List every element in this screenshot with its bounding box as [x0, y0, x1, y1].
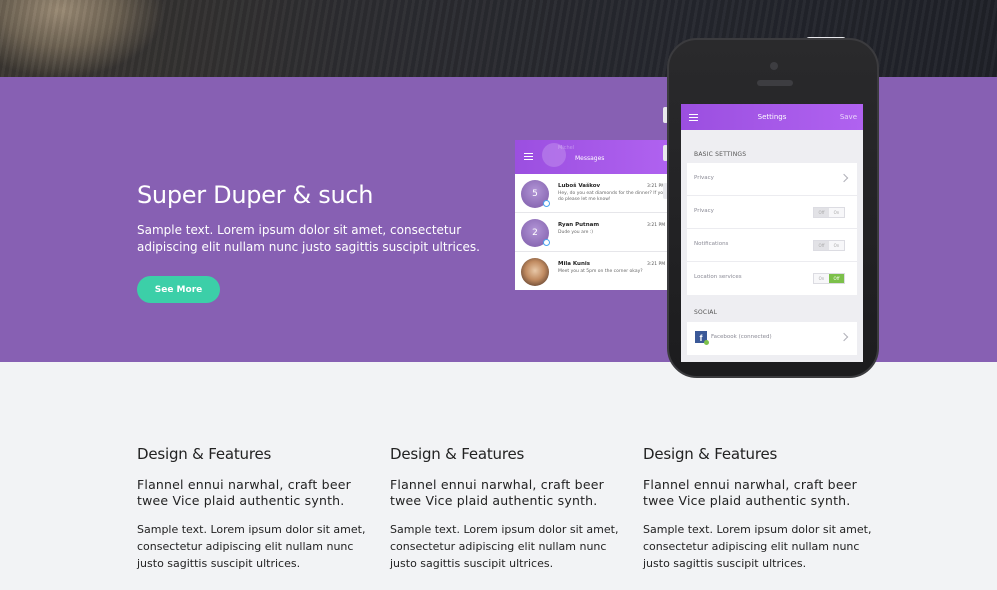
- chevron-right-icon: [839, 332, 849, 342]
- row-label: Privacy: [694, 208, 714, 214]
- hamburger-icon: [524, 153, 533, 160]
- facebook-letter: f: [699, 333, 703, 343]
- avatar: 5: [521, 180, 550, 208]
- feature-subtitle: Flannel ennui narwhal, craft beer twee V…: [390, 477, 604, 508]
- feature-text: Sample text. Lorem ipsum dolor sit amet,…: [390, 523, 619, 570]
- settings-screen: Settings Save BASIC SETTINGS Privacy Pri…: [681, 104, 863, 362]
- hero-text: Sample text. Lorem ipsum dolor sit amet,…: [137, 223, 480, 254]
- message-preview: Dude you are :): [558, 230, 594, 235]
- feature-text: Sample text. Lorem ipsum dolor sit amet,…: [137, 523, 366, 570]
- settings-row-location: Location services On Off: [687, 262, 857, 295]
- section-basic-settings: BASIC SETTINGS: [694, 151, 747, 158]
- list-item: Mila Kunis 3:21 PM Meet you at 5pm on th…: [515, 252, 670, 290]
- list-item: 5 Luboš Vaškov 3:21 PM Hey, do you eat d…: [515, 174, 670, 213]
- facebook-icon: f: [695, 331, 709, 345]
- basic-settings-group: Privacy Privacy Off On Notifications Off O…: [687, 163, 857, 295]
- settings-row-privacy: Privacy: [687, 163, 857, 196]
- section-social: SOCIAL: [694, 309, 718, 316]
- status-dot-icon: [543, 239, 550, 246]
- toggle-on-option: On: [833, 243, 840, 248]
- contact-name: Mila Kunis: [558, 261, 591, 267]
- feature-title: Design & Features: [643, 445, 778, 463]
- chevron-right-icon: [839, 173, 849, 183]
- row-label: Facebook (connected): [711, 334, 772, 340]
- settings-row-facebook: f Facebook (connected): [687, 322, 857, 355]
- unread-count: 5: [532, 189, 538, 199]
- toggle-on-option: On: [833, 210, 840, 215]
- message-time: 3:21 PM: [647, 262, 666, 267]
- ghost-name: Michel: [558, 145, 575, 151]
- toggle-off-option: Off: [829, 274, 844, 283]
- status-dot-icon: [543, 200, 550, 207]
- feature-title: Design & Features: [390, 445, 525, 463]
- row-label: Privacy: [694, 175, 714, 181]
- hero-title: Super Duper & such: [137, 181, 374, 209]
- contact-name: Luboš Vaškov: [558, 183, 601, 189]
- messages-phone-mockup: Michel Messages 5 Luboš Vaškov 3:21 PM H…: [515, 140, 670, 290]
- row-label: Location services: [694, 274, 742, 280]
- feature-text: Sample text. Lorem ipsum dolor sit amet,…: [643, 523, 872, 570]
- toggle-off-option: Off: [814, 241, 829, 250]
- feature-card: Design & Features Flannel ennui narwhal,…: [643, 445, 878, 572]
- see-more-button[interactable]: See More: [137, 276, 220, 303]
- feature-title: Design & Features: [137, 445, 272, 463]
- notifications-toggle: Off On: [813, 240, 845, 251]
- feature-subtitle: Flannel ennui narwhal, craft beer twee V…: [137, 477, 351, 508]
- feature-card: Design & Features Flannel ennui narwhal,…: [390, 445, 625, 572]
- unread-count: 2: [532, 228, 538, 238]
- save-link: Save: [839, 113, 857, 121]
- social-group: f Facebook (connected): [687, 322, 857, 355]
- avatar: [521, 258, 549, 286]
- message-preview: Meet you at 5pm on the corner okay?: [558, 269, 643, 274]
- message-time: 3:21 PM: [647, 223, 666, 228]
- feature-card: Design & Features Flannel ennui narwhal,…: [137, 445, 372, 572]
- settings-header: Settings Save: [681, 104, 863, 130]
- location-toggle: On Off: [813, 273, 845, 284]
- settings-row-notifications: Notifications Off On: [687, 229, 857, 262]
- message-preview: Hey, do you eat diamonds for the dinner?…: [558, 191, 666, 202]
- row-label: Notifications: [694, 241, 729, 247]
- toggle-off-option: Off: [814, 208, 829, 217]
- contact-name: Ryan Putnam: [558, 222, 600, 228]
- messages-title: Messages: [575, 155, 605, 162]
- speaker-grille: [757, 80, 793, 86]
- avatar: 2: [521, 219, 550, 247]
- camera-icon: [770, 62, 778, 70]
- feature-subtitle: Flannel ennui narwhal, craft beer twee V…: [643, 477, 857, 508]
- settings-title: Settings: [757, 113, 787, 121]
- list-item: 2 Ryan Putnam 3:21 PM Dude you are :): [515, 213, 670, 252]
- settings-row-privacy-toggle: Privacy Off On: [687, 196, 857, 229]
- messages-header: Michel Messages: [515, 140, 670, 174]
- privacy-toggle: Off On: [813, 207, 845, 218]
- toggle-on-option: On: [818, 276, 825, 281]
- connected-dot-icon: [704, 340, 709, 345]
